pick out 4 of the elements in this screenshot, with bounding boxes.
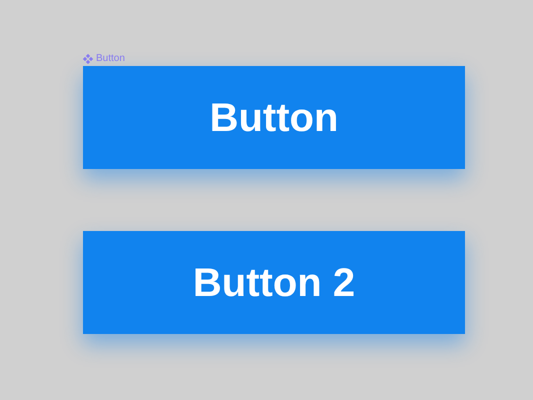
component-label: Button — [96, 54, 125, 64]
component-icon — [83, 54, 93, 64]
primary-button[interactable]: Button — [83, 66, 465, 169]
primary-button[interactable]: Button 2 — [83, 231, 465, 334]
